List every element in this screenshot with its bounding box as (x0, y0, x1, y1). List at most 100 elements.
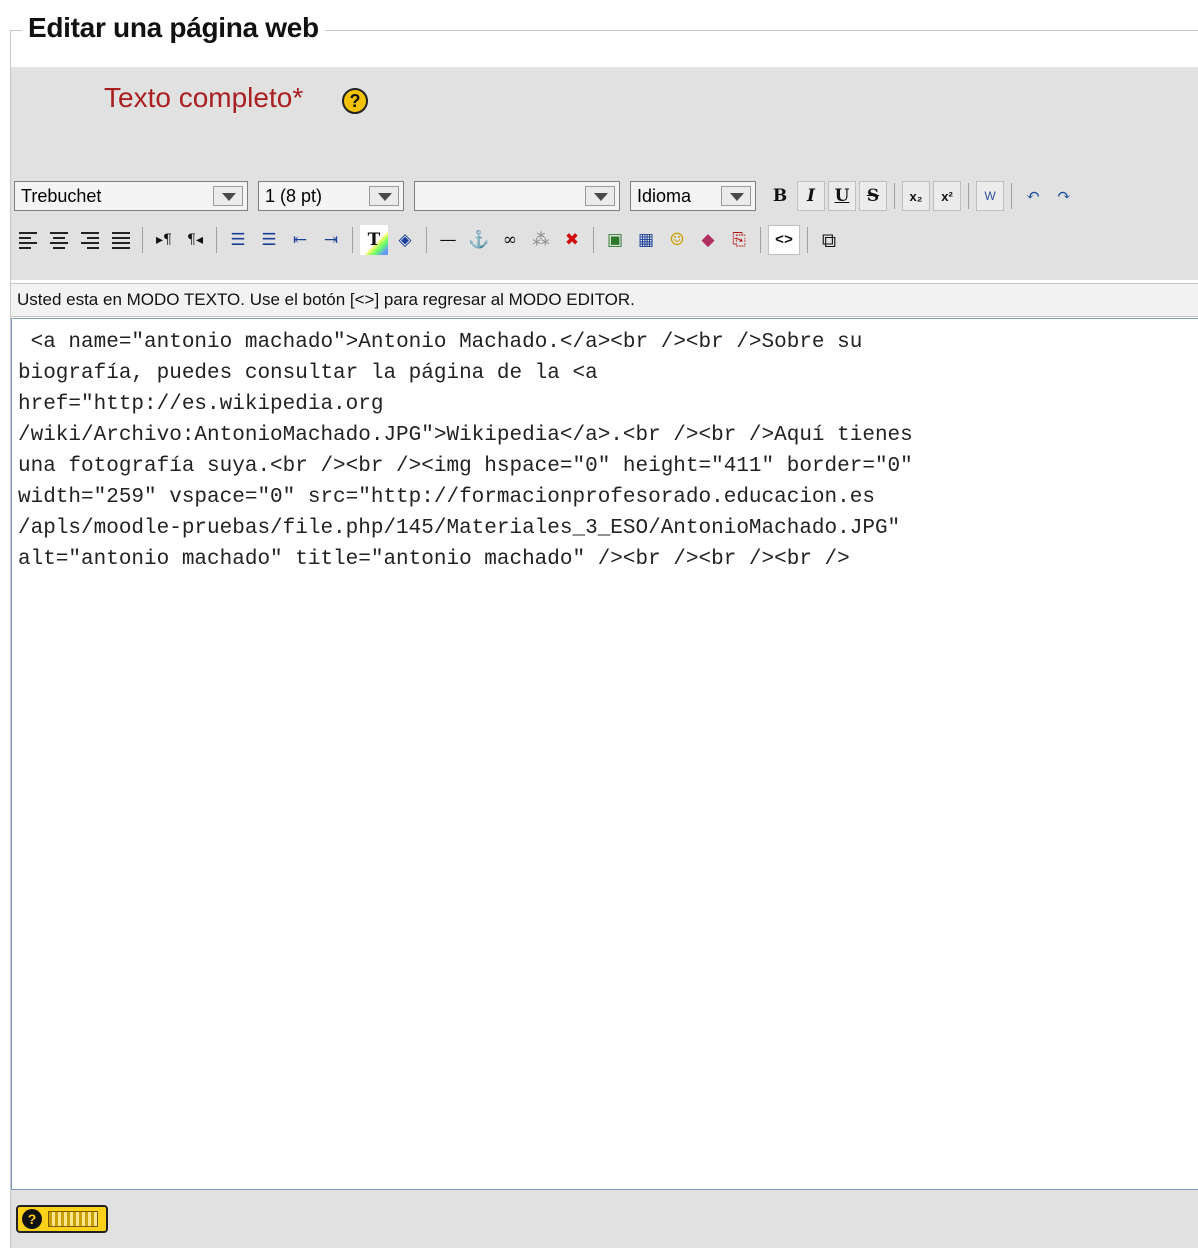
search-replace-button[interactable]: ⎘ (725, 225, 753, 255)
anchor-icon: ⚓ (468, 230, 490, 250)
italic-icon: I (807, 186, 815, 206)
field-label: Texto completo* (104, 82, 303, 114)
toolbar-separator (760, 227, 761, 253)
special-char-icon: ◆ (701, 230, 715, 250)
text-color-button[interactable]: T (360, 225, 388, 255)
insert-image-button[interactable]: ▣ (601, 225, 629, 255)
justify-icon (112, 231, 130, 249)
anchor-button[interactable]: ⚓ (465, 225, 493, 255)
chevron-down-icon (213, 186, 243, 206)
toolbar-separator (426, 227, 427, 253)
background-color-icon: ◈ (398, 230, 412, 250)
italic-button[interactable]: I (797, 181, 825, 211)
required-mark: * (292, 82, 304, 113)
align-center-icon (50, 231, 68, 249)
subscript-button[interactable]: x₂ (902, 181, 930, 211)
link-button[interactable]: ∞ (496, 225, 524, 255)
strikethrough-button[interactable]: S (859, 181, 887, 211)
smiley-button[interactable]: ☺ (663, 225, 691, 255)
smiley-icon: ☺ (669, 230, 685, 250)
font-family-value: Trebuchet (21, 185, 102, 206)
underline-button[interactable]: U (828, 181, 856, 211)
toolbar-row-2: ▸¶ ¶◂ ☰ ☰ ⇤ ⇥ T ◈ — ⚓ ∞ ⁂ ✖ ▣ ▦ ☺ ◆ ⎘ <>… (14, 222, 846, 258)
nolink-button[interactable]: ✖ (558, 225, 586, 255)
chevron-down-icon (721, 186, 751, 206)
chevron-down-icon (369, 186, 399, 206)
superscript-button[interactable]: x² (933, 181, 961, 211)
html-source-content: <a name="antonio machado">Antonio Machad… (18, 331, 913, 571)
toolbar-separator (894, 183, 895, 209)
language-select[interactable]: Idioma (630, 181, 756, 211)
field-label-text: Texto completo (104, 82, 293, 113)
undo-button[interactable]: ↶ (1019, 181, 1047, 211)
word-icon: W (984, 189, 996, 203)
unordered-list-button[interactable]: ☰ (255, 225, 283, 255)
rtl-button[interactable]: ¶◂ (181, 225, 209, 255)
bold-button[interactable]: B (766, 181, 794, 211)
toolbar-separator (142, 227, 143, 253)
html-source-icon: <> (774, 231, 793, 249)
underline-icon: U (834, 186, 850, 206)
fieldset-legend: Editar una página web (22, 12, 325, 44)
ltr-button[interactable]: ▸¶ (150, 225, 178, 255)
language-value: Idioma (637, 185, 692, 206)
special-char-button[interactable]: ◆ (694, 225, 722, 255)
insert-image-icon: ▣ (606, 230, 624, 250)
horizontal-rule-icon: — (439, 230, 457, 250)
rtl-icon: ¶◂ (187, 232, 203, 248)
toolbar-separator (968, 183, 969, 209)
strikethrough-icon: S (866, 186, 880, 206)
toolbar-separator (352, 227, 353, 253)
link-icon: ∞ (502, 230, 518, 250)
ordered-list-button[interactable]: ☰ (224, 225, 252, 255)
help-icon[interactable]: ? (342, 88, 368, 114)
ordered-list-icon: ☰ (230, 230, 246, 250)
align-left-button[interactable] (14, 225, 42, 255)
editor-footer (11, 1190, 1198, 1248)
bold-icon: B (772, 186, 788, 206)
align-right-icon (81, 231, 99, 249)
insert-table-icon: ▦ (637, 230, 655, 250)
unordered-list-icon: ☰ (261, 230, 277, 250)
fullscreen-button[interactable]: ⧉ (815, 225, 843, 255)
font-family-select[interactable]: Trebuchet (14, 181, 248, 211)
toolbar-separator (216, 227, 217, 253)
text-color-icon: T (367, 230, 381, 250)
subscript-icon: x₂ (909, 188, 923, 204)
fullscreen-icon: ⧉ (821, 228, 837, 252)
outdent-button[interactable]: ⇤ (286, 225, 314, 255)
unlink-icon: ⁂ (532, 230, 550, 250)
align-left-icon (19, 231, 37, 249)
redo-icon: ↷ (1056, 186, 1072, 206)
paste-word-button[interactable]: W (976, 181, 1004, 211)
indent-icon: ⇥ (323, 230, 339, 250)
font-size-select[interactable]: 1 (8 pt) (258, 181, 404, 211)
align-right-button[interactable] (76, 225, 104, 255)
undo-icon: ↶ (1025, 186, 1041, 206)
toggle-html-button[interactable]: <> (768, 225, 800, 255)
format-select[interactable] (414, 181, 620, 211)
html-source-textarea[interactable]: <a name="antonio machado">Antonio Machad… (11, 318, 1198, 1190)
background-color-button[interactable]: ◈ (391, 225, 419, 255)
keyboard-icon (48, 1211, 98, 1227)
horizontal-rule-button[interactable]: — (434, 225, 462, 255)
editor-status-bar: Usted esta en MODO TEXTO. Use el botón [… (11, 283, 1198, 317)
toolbar-row-1: Trebuchet 1 (8 pt) Idioma B I U S x₂ x² … (14, 178, 1081, 214)
toolbar-separator (1011, 183, 1012, 209)
insert-table-button[interactable]: ▦ (632, 225, 660, 255)
redo-button[interactable]: ↷ (1050, 181, 1078, 211)
align-center-button[interactable] (45, 225, 73, 255)
justify-button[interactable] (107, 225, 135, 255)
superscript-icon: x² (941, 188, 953, 204)
outdent-icon: ⇤ (292, 230, 308, 250)
indent-button[interactable]: ⇥ (317, 225, 345, 255)
font-size-value: 1 (8 pt) (265, 185, 323, 206)
keyboard-help-button[interactable]: ? (16, 1205, 108, 1233)
unlink-button[interactable]: ⁂ (527, 225, 555, 255)
help-icon: ? (22, 1209, 42, 1229)
toolbar-separator (807, 227, 808, 253)
toolbar-separator (593, 227, 594, 253)
nolink-icon: ✖ (564, 230, 580, 250)
ltr-icon: ▸¶ (156, 232, 172, 248)
search-replace-icon: ⎘ (732, 230, 746, 250)
